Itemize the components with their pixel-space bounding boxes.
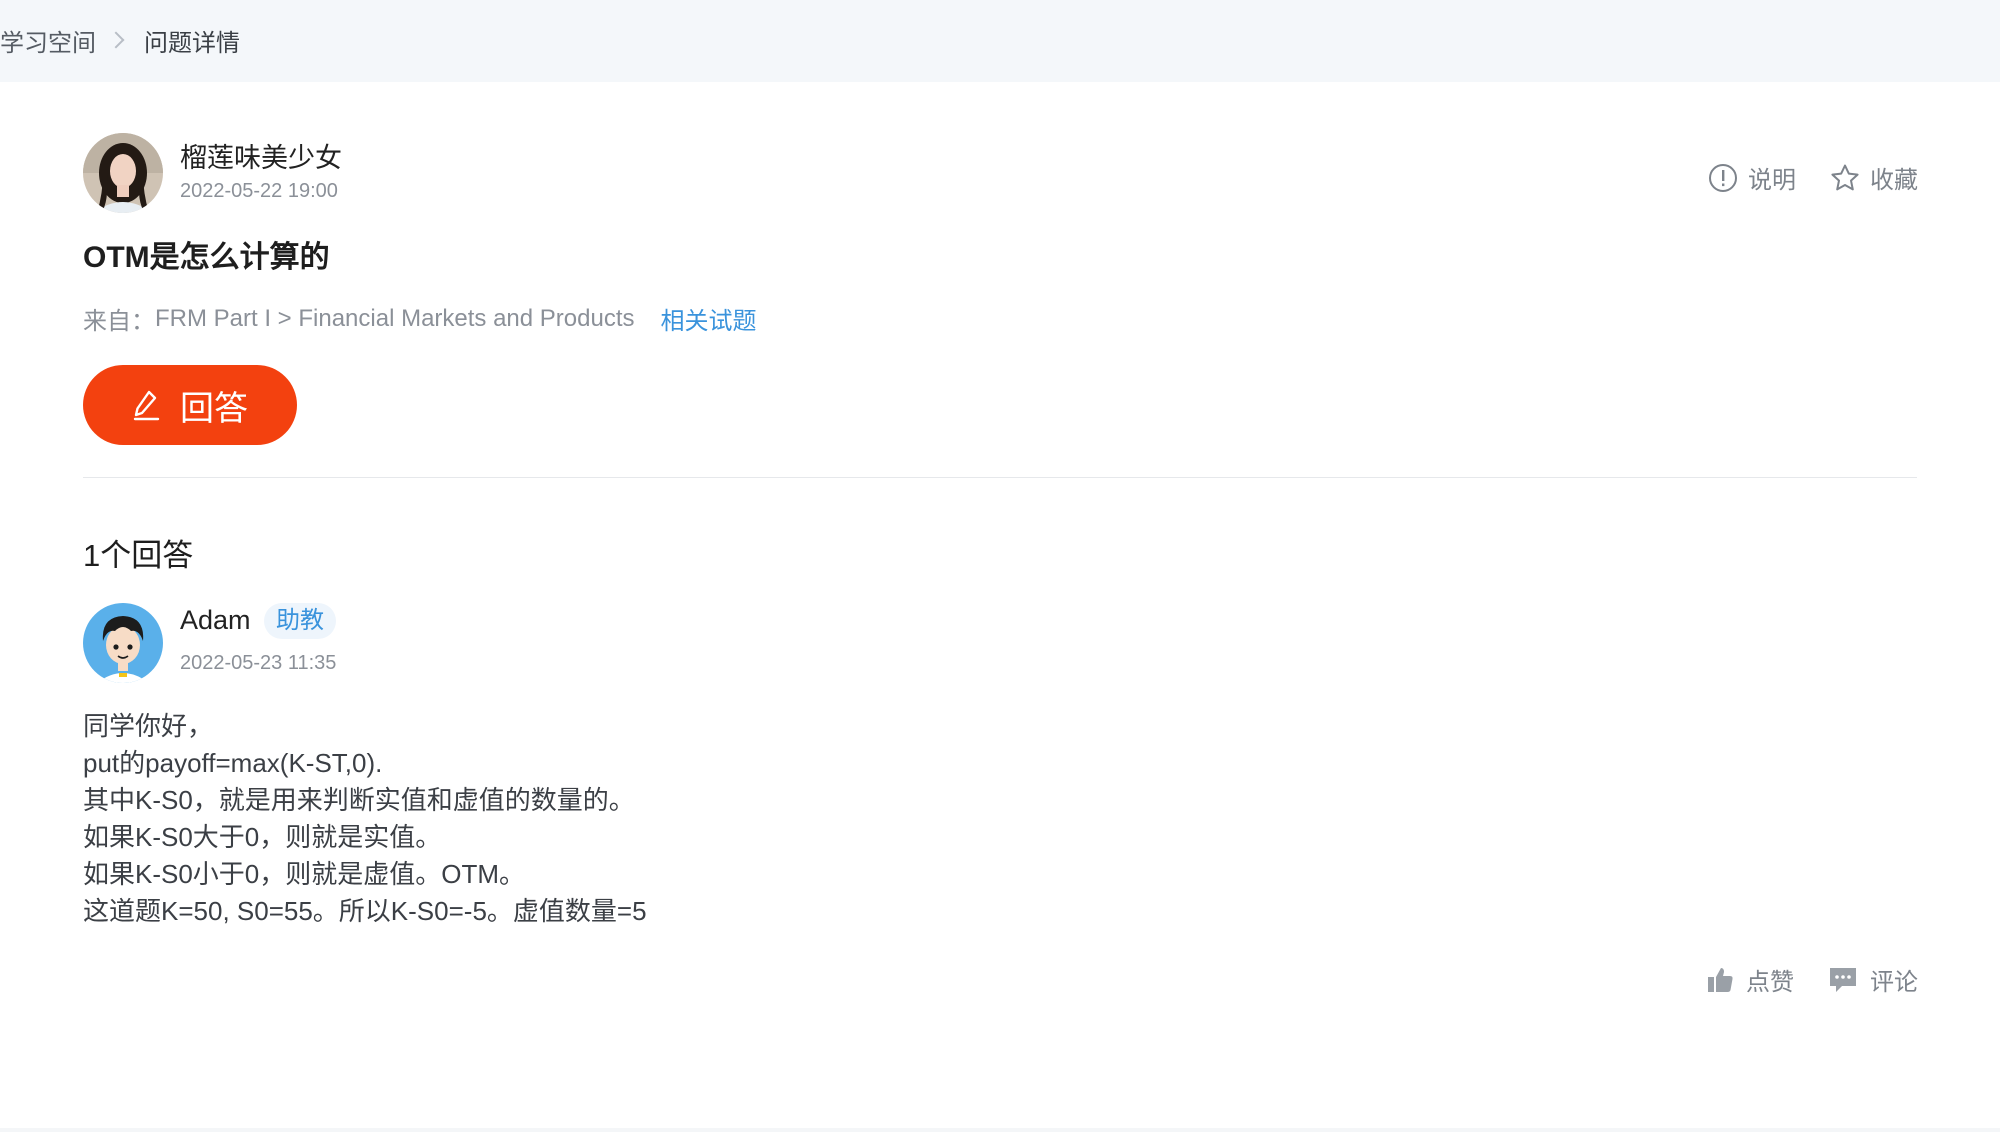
answer-line: 如果K-S0大于0，则就是实值。 bbox=[83, 822, 442, 852]
comment-label: 评论 bbox=[1870, 969, 1918, 996]
related-questions-link[interactable]: 相关试题 bbox=[661, 301, 757, 336]
answer-time: 2022-05-23 11:35 bbox=[180, 652, 337, 674]
favorite-button[interactable]: 收藏 bbox=[1830, 160, 1918, 195]
answer-author-name[interactable]: Adam bbox=[180, 605, 251, 636]
footer-divider bbox=[0, 1128, 2000, 1132]
breadcrumb-bar: 学习空间 问题详情 bbox=[0, 0, 2000, 82]
favorite-label: 收藏 bbox=[1870, 167, 1918, 194]
chevron-right-icon bbox=[107, 31, 125, 49]
breadcrumb: 学习空间 问题详情 bbox=[0, 23, 240, 58]
answer-button[interactable]: 回答 bbox=[83, 365, 297, 445]
like-label: 点赞 bbox=[1746, 969, 1794, 996]
answer-author-avatar[interactable] bbox=[83, 603, 163, 683]
source-path: FRM Part I > Financial Markets and Produ… bbox=[155, 304, 635, 332]
question-source: 来自： FRM Part I > Financial Markets and P… bbox=[83, 301, 757, 336]
question-author-avatar[interactable] bbox=[83, 133, 163, 213]
question-author-name[interactable]: 榴莲味美少女 bbox=[180, 136, 342, 175]
comment-button[interactable]: 评论 bbox=[1828, 962, 1918, 997]
explain-label: 说明 bbox=[1748, 167, 1796, 194]
like-button[interactable]: 点赞 bbox=[1706, 962, 1794, 997]
comment-icon bbox=[1830, 967, 1856, 992]
question-actions: 说明 收藏 bbox=[1708, 160, 1918, 195]
divider bbox=[83, 477, 1917, 478]
exclamation-circle-icon bbox=[1709, 163, 1737, 192]
answer-button-label: 回答 bbox=[180, 389, 248, 428]
pencil-icon bbox=[133, 390, 160, 421]
answer-line: put的payoff=max(K-ST,0). bbox=[83, 748, 383, 778]
answer-actions: 点赞 评论 bbox=[1706, 962, 1918, 997]
answer-line: 其中K-S0，就是用来判断实值和虚值的数量的。 bbox=[83, 785, 635, 815]
breadcrumb-link-learning-space[interactable]: 学习空间 bbox=[0, 23, 96, 58]
answer-line: 同学你好， bbox=[83, 711, 214, 741]
breadcrumb-current: 问题详情 bbox=[144, 29, 240, 57]
star-icon bbox=[1831, 164, 1859, 190]
role-badge: 助教 bbox=[264, 603, 336, 639]
question-title: OTM是怎么计算的 bbox=[83, 241, 330, 274]
question-time: 2022-05-22 19:00 bbox=[180, 180, 338, 202]
thumbs-up-icon bbox=[1708, 967, 1733, 992]
answers-count: 1个回答 bbox=[83, 538, 194, 573]
explain-button[interactable]: 说明 bbox=[1708, 160, 1796, 195]
source-prefix: 来自： bbox=[83, 308, 155, 335]
answer-content: 同学你好， put的payoff=max(K-ST,0). 其中K-S0，就是用… bbox=[83, 708, 647, 930]
answer-line: 这道题K=50, S0=55。所以K-S0=-5。虚值数量=5 bbox=[83, 896, 647, 926]
answer-line: 如果K-S0小于0，则就是虚值。OTM。 bbox=[83, 859, 526, 889]
